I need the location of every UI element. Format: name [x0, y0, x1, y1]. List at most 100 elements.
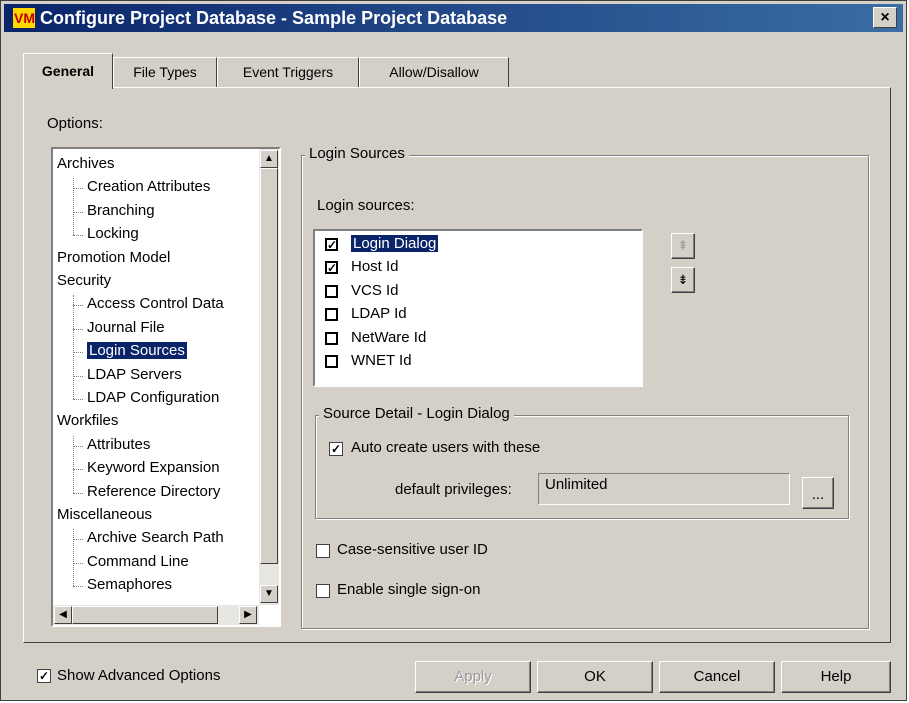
- tree-connector-line: [73, 178, 74, 236]
- tree-item[interactable]: Branching: [87, 202, 155, 219]
- tree-connector: [73, 539, 83, 541]
- login-source-label: Login Dialog: [349, 234, 440, 253]
- login-source-label: LDAP Id: [351, 305, 407, 323]
- login-source-checkbox[interactable]: [325, 308, 338, 322]
- tab-label: Event Triggers: [242, 64, 334, 80]
- tree-item-label: Branching: [87, 201, 155, 219]
- tree-connector-line: [73, 435, 74, 493]
- login-source-label: VCS Id: [351, 281, 399, 299]
- login-source-item[interactable]: ✓ Login Dialog: [315, 234, 635, 256]
- login-source-item[interactable]: NetWare Id: [315, 328, 635, 350]
- show-advanced-label: Show Advanced Options: [57, 667, 221, 684]
- tree-connector: [73, 188, 83, 190]
- options-label: Options:: [47, 115, 103, 132]
- tree-item[interactable]: Workfiles: [57, 412, 118, 429]
- ok-label: OK: [584, 668, 606, 685]
- show-advanced-checkbox[interactable]: ✓: [37, 669, 51, 683]
- tab-file-types[interactable]: File Types: [113, 57, 217, 87]
- tree-item-label: Archives: [57, 155, 115, 172]
- tree-item[interactable]: Reference Directory: [87, 483, 220, 500]
- scroll-right-button[interactable]: ▶: [239, 606, 257, 624]
- scroll-thumb-horizontal[interactable]: [72, 606, 218, 624]
- scroll-thumb[interactable]: [260, 168, 278, 564]
- tree-item-label: LDAP Configuration: [87, 389, 220, 406]
- browse-privileges-button[interactable]: ...: [802, 477, 834, 509]
- options-tree[interactable]: Archives Creation Attributes Branching Lock…: [51, 147, 281, 627]
- close-icon: ×: [880, 9, 890, 26]
- tree-horizontal-scrollbar[interactable]: ◀ ▶: [53, 605, 259, 625]
- single-sign-on-checkbox[interactable]: [316, 584, 330, 598]
- tree-connector: [73, 328, 83, 330]
- tree-item[interactable]: Creation Attributes: [87, 178, 210, 195]
- tree-item-label: Journal File: [87, 318, 165, 336]
- window-title: Configure Project Database - Sample Proj…: [40, 8, 508, 28]
- tree-connector-line: [73, 295, 74, 399]
- scroll-left-button[interactable]: ◀: [54, 606, 72, 624]
- login-source-checkbox[interactable]: ✓: [325, 238, 338, 251]
- login-sources-list[interactable]: ✓ Login Dialog ✓ Host Id VCS Id LDAP Id NetWar…: [313, 229, 643, 387]
- tree-item[interactable]: Semaphores: [87, 576, 172, 593]
- tree-connector: [73, 469, 83, 471]
- login-source-label: NetWare Id: [351, 328, 427, 346]
- check-icon: ✓: [327, 261, 338, 276]
- apply-button[interactable]: Apply: [415, 661, 531, 693]
- help-button[interactable]: Help: [781, 661, 891, 693]
- title-bar[interactable]: VM Configure Project Database - Sample P…: [4, 4, 903, 32]
- tree-item[interactable]: Promotion Model: [57, 249, 170, 266]
- tree-item[interactable]: Locking: [87, 225, 139, 242]
- tree-connector: [73, 586, 83, 588]
- login-source-checkbox[interactable]: [325, 355, 338, 368]
- tree-item[interactable]: Access Control Data: [87, 295, 224, 312]
- tab-label: File Types: [133, 64, 197, 80]
- tree-item-label: Archive Search Path: [87, 529, 224, 547]
- apply-label: Apply: [454, 668, 492, 685]
- tab-label: General: [41, 63, 95, 79]
- tree-item[interactable]: Attributes: [87, 436, 150, 453]
- case-sensitive-label: Case-sensitive user ID: [337, 541, 488, 558]
- tree-item[interactable]: Archives: [57, 155, 115, 172]
- check-icon: ✓: [327, 238, 338, 252]
- auto-create-label: Auto create users with these: [351, 439, 541, 456]
- login-source-item[interactable]: WNET Id: [315, 351, 635, 373]
- tree-connector: [73, 562, 83, 564]
- login-source-item[interactable]: VCS Id: [315, 281, 635, 303]
- close-button[interactable]: ×: [873, 7, 897, 28]
- login-source-checkbox[interactable]: [325, 331, 338, 345]
- scroll-up-button[interactable]: ▲: [260, 150, 278, 168]
- auto-create-checkbox[interactable]: ✓: [329, 442, 343, 456]
- case-sensitive-checkbox[interactable]: [316, 544, 330, 558]
- tree-item[interactable]: Archive Search Path: [87, 529, 224, 546]
- tree-item[interactable]: Security: [57, 272, 111, 289]
- tree-item[interactable]: Journal File: [87, 319, 165, 336]
- tab-event-triggers[interactable]: Event Triggers: [217, 57, 359, 87]
- tree-item-label: Security: [57, 272, 112, 289]
- cancel-button[interactable]: Cancel: [659, 661, 775, 693]
- move-down-button[interactable]: ⇟: [671, 267, 695, 293]
- ok-button[interactable]: OK: [537, 661, 653, 693]
- tree-item[interactable]: Keyword Expansion: [87, 459, 220, 476]
- move-down-icon: ⇟: [677, 272, 689, 287]
- tree-connector: [73, 445, 83, 447]
- tree-connector: [73, 235, 83, 237]
- tree-connector-line: [73, 529, 74, 587]
- login-source-item[interactable]: ✓ Host Id: [315, 257, 635, 279]
- move-up-button[interactable]: ⇞: [671, 233, 695, 259]
- tree-item[interactable]: Login Sources: [87, 342, 187, 360]
- login-source-item[interactable]: LDAP Id: [315, 304, 635, 326]
- tab-general[interactable]: General: [23, 53, 113, 89]
- login-source-checkbox[interactable]: [325, 284, 338, 298]
- tree-item[interactable]: Command Line: [87, 553, 189, 570]
- tab-allow-disallow[interactable]: Allow/Disallow: [359, 57, 509, 87]
- tree-item-label: Keyword Expansion: [87, 459, 220, 477]
- tree-item[interactable]: Miscellaneous: [57, 506, 152, 523]
- login-source-checkbox[interactable]: ✓: [325, 261, 338, 276]
- arrow-right-icon: ▶: [244, 609, 252, 620]
- scroll-down-button[interactable]: ▼: [260, 585, 278, 603]
- default-privileges-field[interactable]: Unlimited: [538, 473, 790, 505]
- tree-connector: [73, 375, 83, 377]
- tree-vertical-scrollbar[interactable]: ▲ ▼: [259, 149, 279, 605]
- tree-item[interactable]: LDAP Configuration: [87, 389, 219, 406]
- tree-item-label: Workfiles: [57, 412, 119, 430]
- tree-item[interactable]: LDAP Servers: [87, 366, 182, 383]
- arrow-up-icon: ▲: [264, 153, 274, 164]
